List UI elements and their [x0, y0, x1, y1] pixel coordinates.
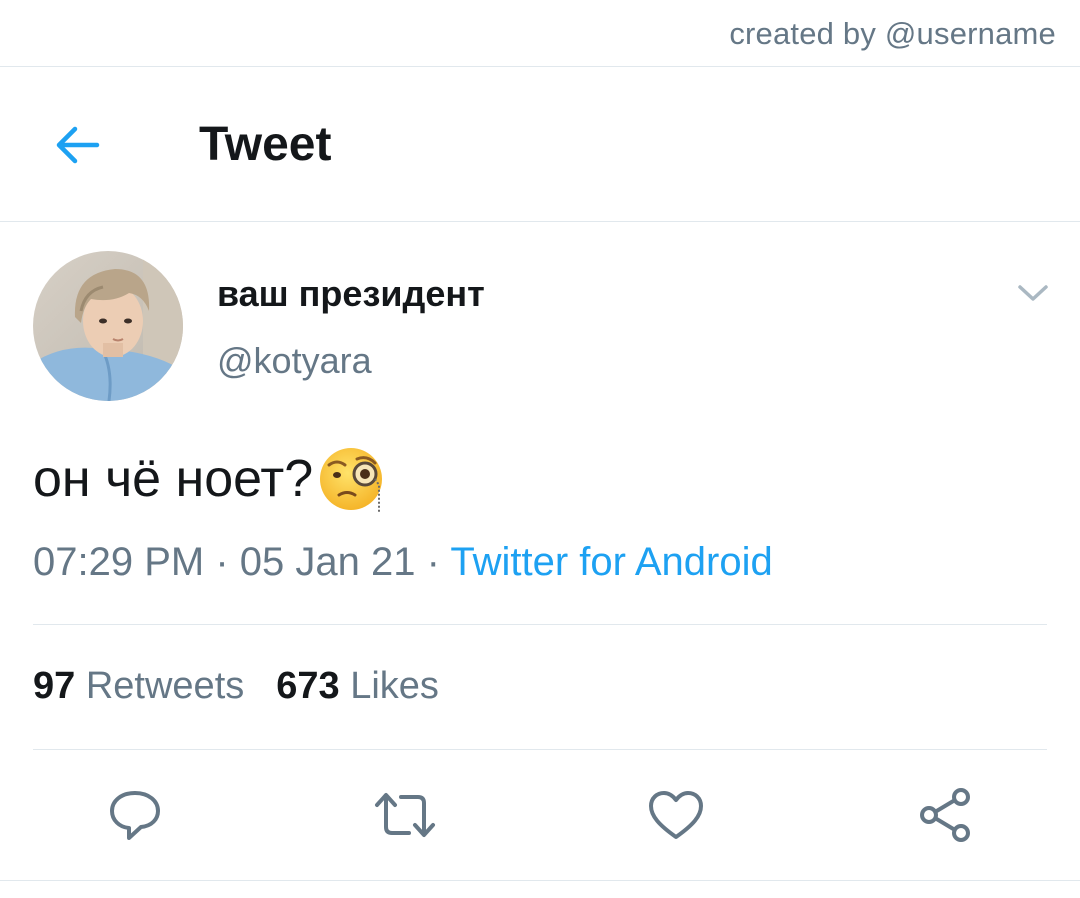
handle[interactable]: @kotyara	[217, 340, 372, 382]
back-button[interactable]	[46, 117, 108, 173]
likes-label: Likes	[350, 665, 439, 707]
avatar[interactable]	[33, 251, 183, 401]
reply-icon	[110, 791, 160, 840]
retweet-button[interactable]	[373, 783, 437, 847]
arrow-left-icon	[56, 126, 100, 164]
tweet-meta: 07:29 PM · 05 Jan 21 · Twitter for Andro…	[33, 540, 773, 585]
retweets-count: 97	[33, 665, 76, 707]
meta-separator: ·	[426, 540, 440, 584]
tweet-date: 05 Jan 21	[239, 540, 416, 584]
avatar-image	[33, 251, 183, 401]
divider	[33, 749, 1047, 750]
tweet-source-link[interactable]: Twitter for Android	[450, 540, 772, 584]
credit-text: created by @username	[729, 16, 1056, 51]
more-options-button[interactable]	[1013, 276, 1053, 310]
retweet-icon	[375, 793, 435, 837]
face-with-monocle-emoji	[320, 448, 383, 513]
header: Tweet	[0, 67, 1080, 222]
chevron-down-icon	[1018, 285, 1048, 301]
retweets-stat[interactable]: 97 Retweets	[33, 665, 244, 707]
tweet-stats: 97 Retweets 673 Likes	[33, 665, 439, 708]
tweet-text: он чё ноет?	[33, 443, 389, 515]
retweets-label: Retweets	[85, 665, 245, 707]
likes-count: 673	[276, 665, 340, 707]
divider	[33, 624, 1047, 625]
display-name[interactable]: ваш президент	[217, 273, 485, 315]
like-button[interactable]	[644, 783, 708, 847]
credit-bar: created by @username	[0, 0, 1080, 67]
reply-button[interactable]	[103, 783, 167, 847]
meta-separator: ·	[215, 540, 229, 584]
divider	[0, 880, 1080, 881]
share-icon	[920, 788, 970, 842]
tweet-page: created by @username Tweet ваш президент…	[0, 0, 1080, 898]
page-title: Tweet	[199, 118, 332, 171]
tweet-text-content: он чё ноет?	[33, 450, 314, 508]
tweet-time: 07:29 PM	[33, 540, 205, 584]
share-button[interactable]	[913, 783, 977, 847]
heart-icon	[649, 791, 703, 839]
likes-stat[interactable]: 673 Likes	[276, 665, 439, 707]
